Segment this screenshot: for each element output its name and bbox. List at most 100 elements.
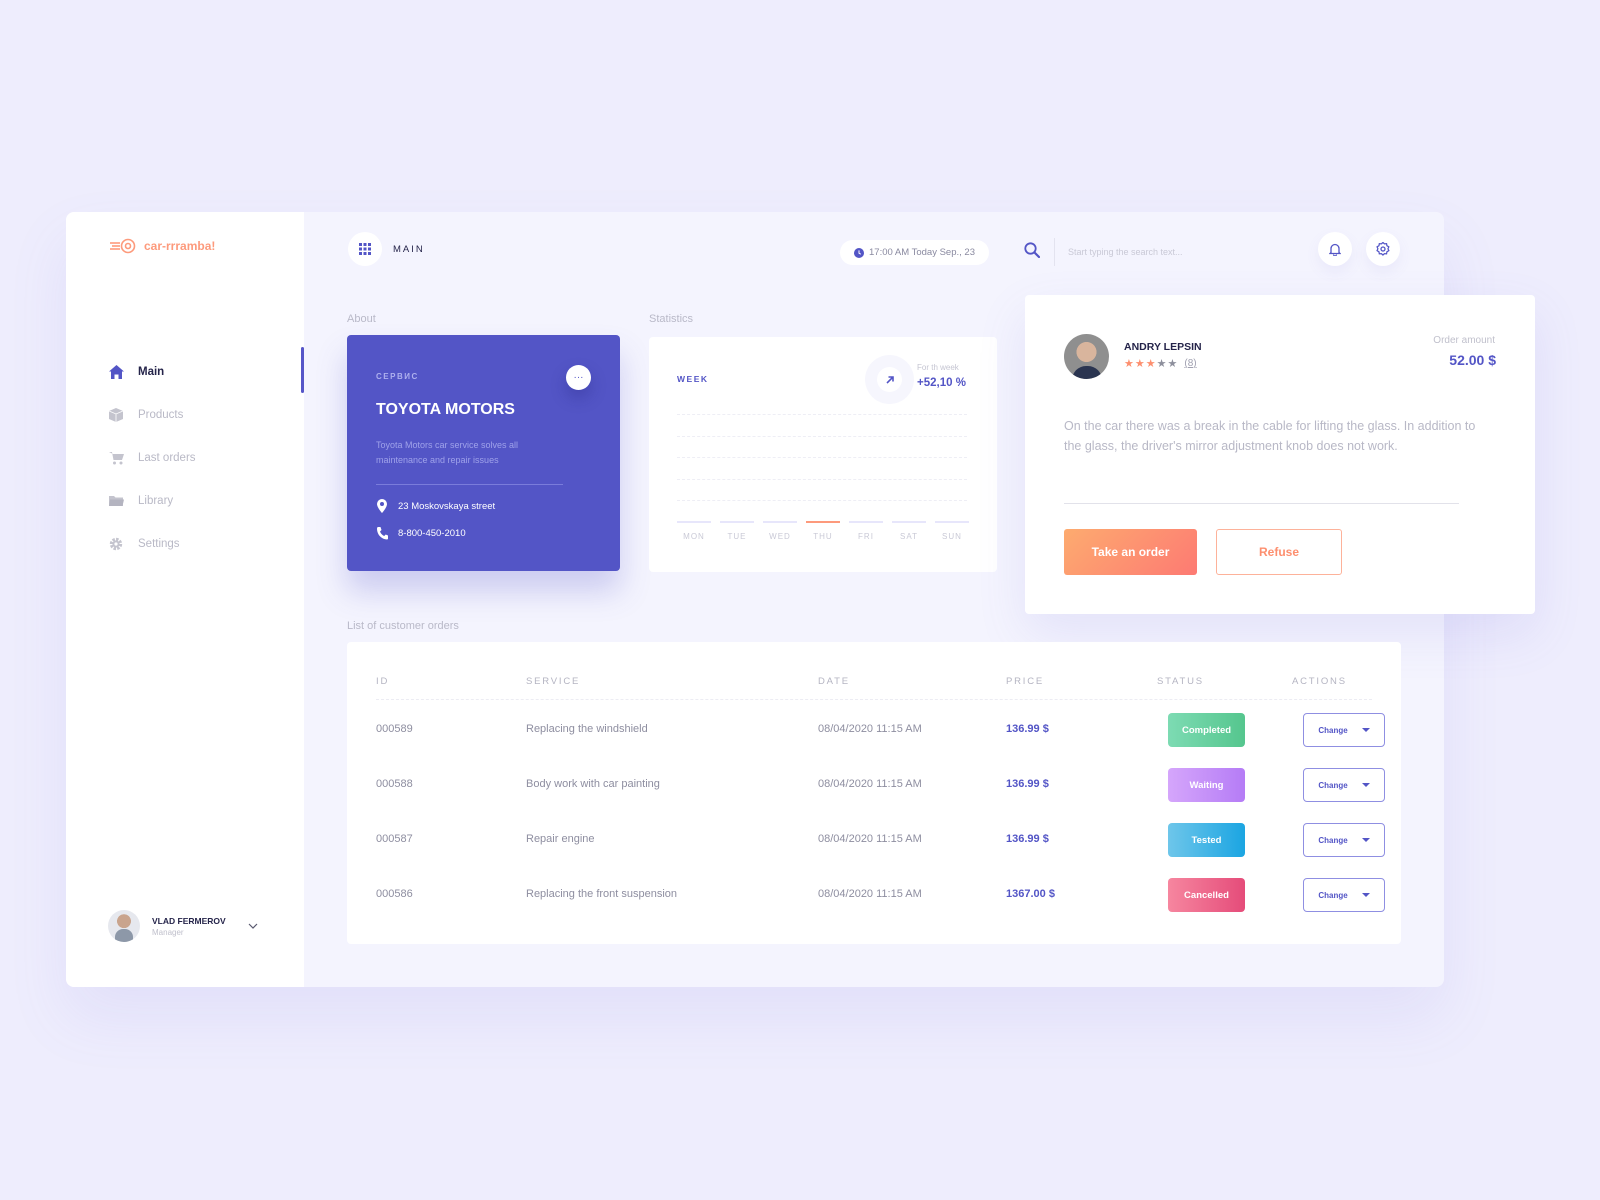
sidebar-item-label: Products xyxy=(138,408,184,421)
day-label: TUE xyxy=(727,532,747,541)
home-icon xyxy=(108,364,124,380)
phone-icon xyxy=(377,527,388,540)
period-label[interactable]: WEEK xyxy=(677,374,709,384)
sidebar-nav: Main Products Last orders Library Settin… xyxy=(108,347,304,565)
page-title: MAIN xyxy=(393,244,425,255)
more-options-button[interactable]: ··· xyxy=(566,365,591,390)
logo-icon xyxy=(110,238,136,254)
card-divider xyxy=(376,484,563,485)
table-row[interactable]: 000589 Replacing the windshield 08/04/2020… xyxy=(376,713,1385,747)
caret-down-icon xyxy=(1361,838,1370,842)
clock-icon xyxy=(854,247,864,258)
card-divider xyxy=(1064,503,1459,504)
service-tag: СЕРВИС xyxy=(376,372,419,381)
change-status-dropdown[interactable]: Change xyxy=(1303,878,1385,912)
order-description: On the car there was a break in the cabl… xyxy=(1064,419,1476,453)
cell-price: 136.99 $ xyxy=(1006,778,1049,790)
refuse-button[interactable]: Refuse xyxy=(1216,529,1342,575)
day-label: FRI xyxy=(858,532,874,541)
column-header-price: PRICE xyxy=(1006,676,1045,687)
day-label: MON xyxy=(683,532,705,541)
sidebar-item-products[interactable]: Products xyxy=(108,393,304,436)
day-bar xyxy=(935,521,969,523)
column-header-status: STATUS xyxy=(1157,676,1204,687)
status-badge: Waiting xyxy=(1168,768,1245,802)
sidebar-item-settings[interactable]: Settings xyxy=(108,522,304,565)
sidebar-item-last-orders[interactable]: Last orders xyxy=(108,436,304,479)
day-wed[interactable]: WED xyxy=(763,521,797,541)
address-row: 23 Moskovskaya street xyxy=(376,499,495,513)
sidebar-item-label: Main xyxy=(138,365,165,378)
cell-id: 000589 xyxy=(376,723,413,735)
cell-date: 08/04/2020 11:15 AM xyxy=(818,888,922,900)
gear-icon xyxy=(108,536,124,552)
star-empty-icon: ★ xyxy=(1156,358,1167,370)
day-mon[interactable]: MON xyxy=(677,521,711,541)
brand-logo[interactable]: car-rrramba! xyxy=(110,238,215,254)
chevron-down-icon[interactable] xyxy=(248,921,258,931)
search-divider xyxy=(1054,238,1055,266)
day-fri[interactable]: FRI xyxy=(849,521,883,541)
caret-down-icon xyxy=(1361,728,1370,732)
grid-line xyxy=(677,500,967,501)
box-icon xyxy=(108,407,124,423)
change-label: Change xyxy=(1318,725,1348,735)
search-icon[interactable] xyxy=(1024,242,1040,258)
search-input[interactable] xyxy=(1068,238,1288,266)
grid-line xyxy=(677,457,967,458)
change-status-dropdown[interactable]: Change xyxy=(1303,713,1385,747)
apps-menu-button[interactable] xyxy=(348,232,382,266)
sidebar-item-main[interactable]: Main xyxy=(108,347,304,393)
settings-button[interactable] xyxy=(1366,232,1400,266)
star-empty-icon: ★ xyxy=(1167,358,1178,370)
cell-service: Repair engine xyxy=(526,833,595,845)
cell-price: 1367.00 $ xyxy=(1006,888,1055,900)
day-tue[interactable]: TUE xyxy=(720,521,754,541)
day-sat[interactable]: SAT xyxy=(892,521,926,541)
star-filled-icon: ★ xyxy=(1124,358,1134,370)
gear-icon xyxy=(1376,242,1390,256)
day-bar xyxy=(806,521,840,523)
column-header-service: SERVICE xyxy=(526,676,581,687)
table-row[interactable]: 000587 Repair engine 08/04/2020 11:15 AM 13… xyxy=(376,823,1385,857)
day-bar xyxy=(763,521,797,523)
user-profile[interactable]: VLAD FERMEROV Manager xyxy=(108,910,258,942)
sidebar: car-rrramba! Main Products Last orders L… xyxy=(66,212,304,987)
sidebar-item-label: Last orders xyxy=(138,451,196,464)
take-order-button[interactable]: Take an order xyxy=(1064,529,1197,575)
day-sun[interactable]: SUN xyxy=(935,521,969,541)
sidebar-item-library[interactable]: Library xyxy=(108,479,304,522)
day-label: SAT xyxy=(900,532,918,541)
order-detail-card: ANDRY LEPSIN ★ ★ ★ ★ ★ (8) Order amount 52.00… xyxy=(1025,295,1535,614)
order-amount-value: 52.00 $ xyxy=(1449,352,1496,368)
day-label: WED xyxy=(769,532,791,541)
service-name: TOYOTA MOTORS xyxy=(376,401,515,418)
change-label: Change xyxy=(1318,780,1348,790)
customer-name: ANDRY LEPSIN xyxy=(1124,341,1202,353)
caret-down-icon xyxy=(1361,893,1370,897)
rating-count-link[interactable]: (8) xyxy=(1184,358,1196,369)
cell-service: Body work with car painting xyxy=(526,778,660,790)
table-header: ID SERVICE DATE PRICE STATUS ACTIONS xyxy=(376,672,1372,700)
day-bar xyxy=(849,521,883,523)
datetime-chip: 17:00 AM Today Sep., 23 xyxy=(840,240,989,265)
table-row[interactable]: 000588 Body work with car painting 08/04/2… xyxy=(376,768,1385,802)
grid-icon xyxy=(359,243,371,255)
day-label: THU xyxy=(813,532,833,541)
trend-value: +52,10 % xyxy=(917,377,966,389)
column-header-date: DATE xyxy=(818,676,850,687)
day-bar xyxy=(677,521,711,523)
sidebar-item-label: Library xyxy=(138,494,174,507)
trend-button[interactable] xyxy=(877,367,902,392)
cell-service: Replacing the front suspension xyxy=(526,888,678,900)
day-thu[interactable]: THU xyxy=(806,521,840,541)
table-row[interactable]: 000586 Replacing the front suspension 08/0… xyxy=(376,878,1385,912)
phone-text: 8-800-450-2010 xyxy=(398,527,466,539)
customer-avatar xyxy=(1064,334,1109,379)
day-axis: MON TUE WED THU FRI SAT SUN xyxy=(677,521,969,541)
location-pin-icon xyxy=(377,499,387,513)
notifications-button[interactable] xyxy=(1318,232,1352,266)
cell-date: 08/04/2020 11:15 AM xyxy=(818,833,922,845)
change-status-dropdown[interactable]: Change xyxy=(1303,768,1385,802)
change-status-dropdown[interactable]: Change xyxy=(1303,823,1385,857)
